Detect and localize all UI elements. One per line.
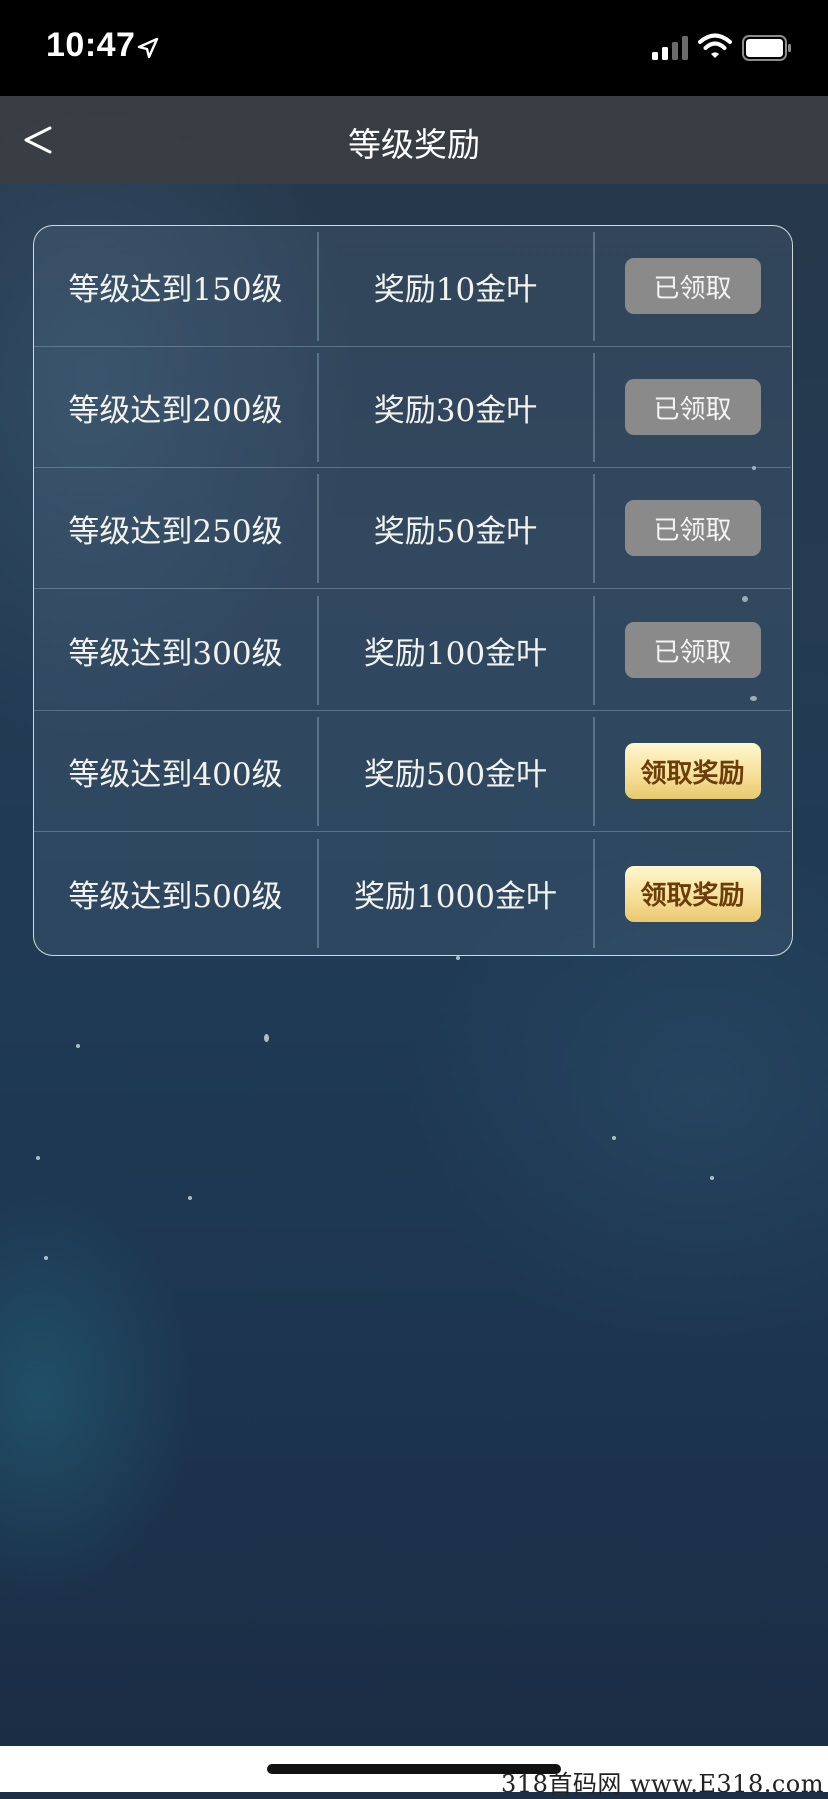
level-requirement: 等级达到300级 xyxy=(68,635,283,672)
watermark: 318首码网 www.E318.com xyxy=(501,1770,824,1798)
reward-amount: 奖励30金叶 xyxy=(373,392,538,429)
background-sparkle xyxy=(710,1176,714,1180)
page-title: 等级奖励 xyxy=(348,125,480,164)
reward-action-cell: 已领取 xyxy=(594,468,791,588)
reward-amount: 奖励1000金叶 xyxy=(354,879,557,915)
level-requirement: 等级达到250级 xyxy=(68,513,283,550)
claimed-button[interactable]: 已领取 xyxy=(624,379,761,435)
cellular-signal-icon xyxy=(652,36,688,60)
reward-amount: 奖励10金叶 xyxy=(373,271,538,308)
status-time: 10:47 xyxy=(46,26,136,64)
reward-table: 等级达到150级 奖励10金叶 已领取 等级达到200级 奖励30金叶 已领取 … xyxy=(33,225,793,956)
reward-row: 等级达到400级 奖励500金叶 领取奖励 xyxy=(34,711,791,832)
claimed-button[interactable]: 已领取 xyxy=(624,622,761,678)
level-requirement: 等级达到200级 xyxy=(68,392,283,429)
level-requirement: 等级达到150级 xyxy=(68,271,283,308)
background-sparkle xyxy=(76,1044,80,1048)
level-requirement: 等级达到500级 xyxy=(68,879,283,915)
reward-amount: 奖励500金叶 xyxy=(363,756,548,793)
background-sparkle xyxy=(36,1156,40,1160)
claim-reward-button[interactable]: 领取奖励 xyxy=(624,743,761,799)
reward-action-cell: 领取奖励 xyxy=(594,833,791,954)
reward-action-cell: 已领取 xyxy=(594,226,791,346)
reward-row: 等级达到300级 奖励100金叶 已领取 xyxy=(34,590,791,711)
battery-icon xyxy=(742,35,791,61)
reward-amount: 奖励100金叶 xyxy=(363,635,548,672)
claim-reward-button[interactable]: 领取奖励 xyxy=(624,865,761,922)
reward-row: 等级达到200级 奖励30金叶 已领取 xyxy=(34,347,791,468)
claimed-button[interactable]: 已领取 xyxy=(624,258,761,314)
reward-row: 等级达到250级 奖励50金叶 已领取 xyxy=(34,468,791,589)
background-sparkle xyxy=(456,956,460,960)
level-requirement: 等级达到400级 xyxy=(68,756,283,793)
reward-row: 等级达到150级 奖励10金叶 已领取 xyxy=(34,226,791,347)
reward-action-cell: 已领取 xyxy=(594,347,791,467)
reward-action-cell: 已领取 xyxy=(594,590,791,710)
wifi-icon xyxy=(698,33,732,58)
reward-amount: 奖励50金叶 xyxy=(373,513,538,550)
background-sparkle xyxy=(264,1034,269,1042)
reward-row: 等级达到500级 奖励1000金叶 领取奖励 xyxy=(34,833,791,954)
claimed-button[interactable]: 已领取 xyxy=(624,500,761,556)
reward-action-cell: 领取奖励 xyxy=(594,711,791,831)
status-bar: 10:47 xyxy=(0,0,828,96)
background-sparkle xyxy=(612,1136,616,1140)
background-sparkle xyxy=(44,1256,48,1260)
location-arrow-icon xyxy=(137,37,159,59)
background-sparkle xyxy=(188,1196,192,1200)
